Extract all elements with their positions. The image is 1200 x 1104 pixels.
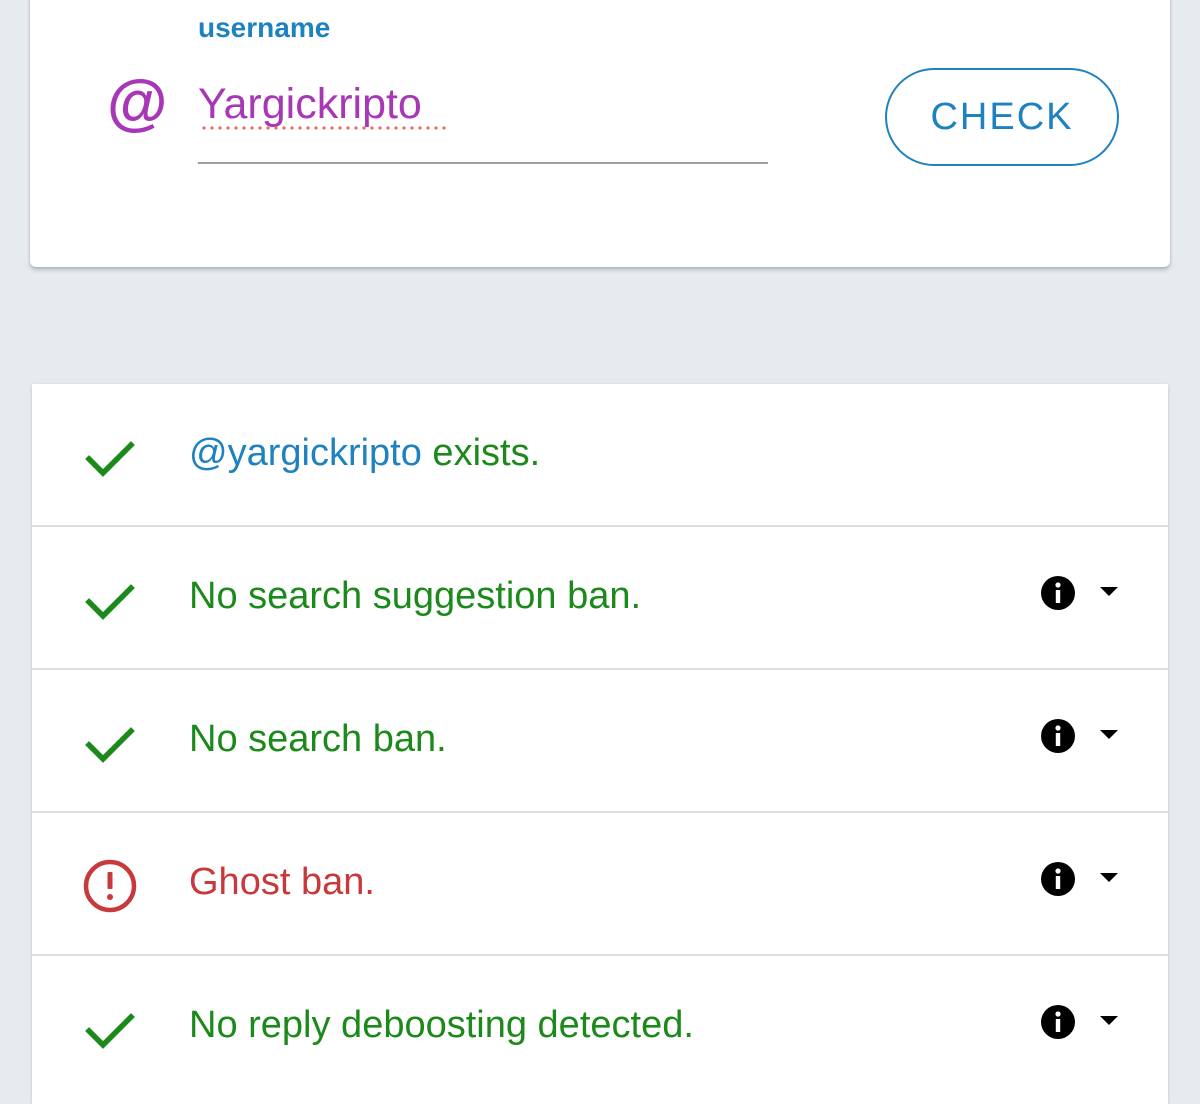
chevron-down-icon — [1100, 873, 1118, 882]
checkmark-icon — [85, 727, 135, 763]
result-text: Ghost ban. — [189, 861, 375, 903]
result-text: No reply deboosting detected. — [189, 1004, 694, 1046]
result-row-search-suggestion-ban: No search suggestion ban. — [32, 527, 1168, 670]
checkmark-icon — [85, 584, 135, 620]
alert-circle-icon — [83, 859, 137, 913]
result-row-exists: @yargickripto exists. — [32, 384, 1168, 527]
checkmark-icon — [85, 1013, 135, 1049]
username-field-label: username — [198, 12, 331, 43]
result-text: No search ban. — [189, 718, 447, 760]
result-text: @yargickripto exists. — [189, 430, 540, 476]
chevron-down-icon — [1100, 587, 1118, 596]
result-row-search-ban: No search ban. — [32, 670, 1168, 813]
spellcheck-underline — [200, 126, 448, 130]
checkmark-icon — [85, 441, 135, 477]
details-toggle[interactable] — [1040, 569, 1134, 617]
check-button[interactable]: CHECK — [885, 68, 1119, 166]
result-text: No search suggestion ban. — [189, 575, 642, 617]
details-toggle[interactable] — [1040, 855, 1134, 903]
results-card: @yargickripto exists. No search suggesti… — [32, 384, 1168, 1104]
details-toggle[interactable] — [1040, 712, 1134, 760]
account-handle-link[interactable]: @yargickripto — [189, 432, 422, 474]
username-input[interactable] — [198, 74, 768, 134]
chevron-down-icon — [1100, 730, 1118, 739]
result-row-ghost-ban: Ghost ban. — [32, 813, 1168, 956]
result-text-suffix: exists. — [421, 432, 541, 474]
info-icon — [1041, 576, 1075, 610]
info-icon — [1041, 1005, 1075, 1039]
info-icon — [1041, 862, 1075, 896]
at-sign-icon: @ — [106, 69, 167, 138]
result-row-reply-deboosting: No reply deboosting detected. — [32, 956, 1168, 1097]
input-underline — [198, 162, 768, 164]
info-icon — [1041, 719, 1075, 753]
chevron-down-icon — [1100, 1016, 1118, 1025]
details-toggle[interactable] — [1040, 998, 1134, 1046]
search-card: username @ CHECK — [30, 0, 1170, 267]
